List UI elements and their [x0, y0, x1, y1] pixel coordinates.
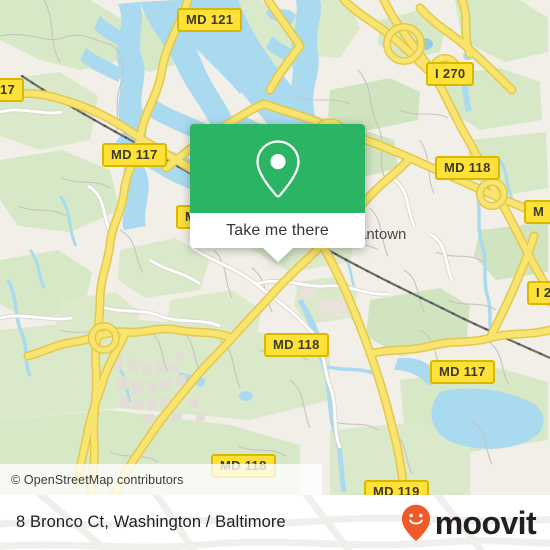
road-shield-md-119-s: MD 119 [364, 480, 429, 495]
map-pin-icon [255, 139, 300, 198]
osm-attribution-bar: © OpenStreetMap contributors [0, 464, 322, 495]
road-shield-md-117-w: MD 117 [102, 143, 167, 167]
callout-action-panel[interactable]: Take me there [190, 213, 365, 248]
road-shield-md-118-ne: MD 118 [435, 156, 500, 180]
place-label-germantown: antown [358, 226, 407, 243]
road-shield-md-117-e: MD 117 [430, 360, 495, 384]
address-text: 8 Bronco Ct, Washington / Baltimore [16, 513, 286, 531]
bottom-info-bar: 8 Bronco Ct, Washington / Baltimore moov… [0, 495, 550, 550]
moovit-pin-smiley-icon [401, 504, 430, 541]
road-shield-md-121: MD 121 [177, 8, 243, 32]
callout-pin-panel [190, 124, 365, 213]
road-shield-i-270-r: I 2 [527, 281, 550, 305]
take-me-there-label: Take me there [226, 221, 329, 239]
road-shield-md-118-r: M [524, 200, 550, 224]
moovit-wordmark: moovit [434, 504, 537, 541]
callout-pointer-tail [262, 248, 293, 262]
address-label: 8 Bronco Ct, Washington / Baltimore [16, 495, 286, 550]
road-shield-i-270: I 270 [426, 62, 475, 86]
moovit-logo[interactable]: moovit [401, 495, 537, 550]
moovit-map-screenshot: antown MD 121I 270MD 11817MD 117MMI 2MD … [0, 0, 550, 550]
take-me-there-callout[interactable]: Take me there [190, 124, 365, 262]
road-shield-md-118-c: MD 118 [264, 333, 329, 357]
osm-attribution-text[interactable]: © OpenStreetMap contributors [0, 473, 184, 487]
road-shield-md-117-left: 17 [0, 78, 25, 102]
